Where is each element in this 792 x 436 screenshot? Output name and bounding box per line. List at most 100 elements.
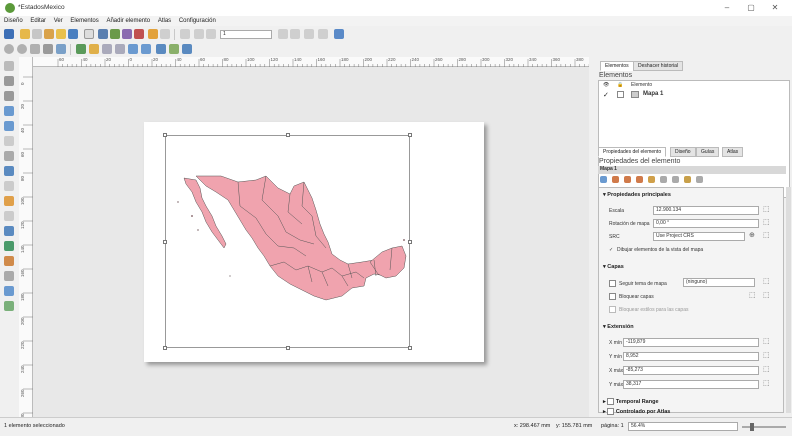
duplicate-layout-icon[interactable] bbox=[32, 29, 42, 39]
zoom-to-item-icon[interactable] bbox=[636, 176, 643, 183]
section-propiedades-principales[interactable]: ▾ Propiedades principales bbox=[603, 192, 671, 198]
zoom-slider[interactable] bbox=[742, 426, 786, 428]
zoom-slider-handle[interactable] bbox=[750, 423, 754, 431]
visible-checkbox[interactable]: ✓ bbox=[603, 91, 609, 99]
print-icon[interactable] bbox=[98, 29, 108, 39]
minimize-button[interactable]: – bbox=[716, 2, 738, 14]
data-defined-icon[interactable]: ⬚ bbox=[763, 232, 773, 240]
data-defined-icon[interactable]: ⬚ bbox=[763, 338, 773, 346]
menu-elementos[interactable]: Elementos bbox=[70, 16, 98, 26]
item-mapa-1[interactable]: Mapa 1 bbox=[643, 91, 663, 97]
atlas-settings-icon[interactable] bbox=[334, 29, 344, 39]
data-defined-icon[interactable]: ⬚ bbox=[763, 380, 773, 388]
refresh-icon[interactable] bbox=[56, 44, 66, 54]
clipping-icon[interactable] bbox=[672, 176, 679, 183]
resize-handle[interactable] bbox=[163, 240, 167, 244]
bloquear-capas-checkbox[interactable] bbox=[609, 293, 616, 300]
menu-ver[interactable]: Ver bbox=[54, 16, 63, 26]
next-feature-icon[interactable] bbox=[278, 29, 288, 39]
zoom-combo[interactable]: 56.4% bbox=[628, 422, 738, 431]
zoom-100-icon[interactable] bbox=[30, 44, 40, 54]
menu-editar[interactable]: Editar bbox=[30, 16, 46, 26]
atlas-page-combo[interactable]: 1 bbox=[220, 30, 272, 39]
redo-icon[interactable] bbox=[160, 29, 170, 39]
undo-icon[interactable] bbox=[148, 29, 158, 39]
section-capas[interactable]: ▾ Capas bbox=[603, 264, 624, 270]
unlock-items-icon[interactable] bbox=[89, 44, 99, 54]
group-items-icon[interactable] bbox=[102, 44, 112, 54]
last-feature-icon[interactable] bbox=[290, 29, 300, 39]
ymin-input[interactable]: 8,952 bbox=[623, 352, 759, 361]
tab-diseno[interactable]: Diseño bbox=[670, 147, 696, 157]
add-legend-icon[interactable] bbox=[4, 181, 14, 191]
save-icon[interactable] bbox=[4, 29, 14, 39]
add-scalebar-icon[interactable] bbox=[4, 196, 14, 206]
export-image-icon[interactable] bbox=[110, 29, 120, 39]
lock-layers-icon[interactable]: ⬚ bbox=[749, 292, 759, 300]
close-button[interactable]: ✕ bbox=[764, 2, 786, 14]
view-extent-icon[interactable] bbox=[624, 176, 631, 183]
lower-items-icon[interactable] bbox=[141, 44, 151, 54]
src-select[interactable]: Use Project CRS bbox=[653, 232, 745, 241]
raise-items-icon[interactable] bbox=[128, 44, 138, 54]
zoom-out-icon[interactable] bbox=[17, 44, 27, 54]
resize-handle[interactable] bbox=[163, 346, 167, 350]
tab-deshacer-historial[interactable]: Deshacer historial bbox=[633, 61, 684, 71]
data-defined-icon[interactable]: ⬚ bbox=[763, 352, 773, 360]
tab-atlas[interactable]: Atlas bbox=[722, 147, 744, 157]
pan-icon[interactable] bbox=[4, 61, 14, 71]
select-icon[interactable] bbox=[4, 76, 14, 86]
new-layout-icon[interactable] bbox=[20, 29, 30, 39]
distribute-icon[interactable] bbox=[169, 44, 179, 54]
atlas-print-icon[interactable] bbox=[304, 29, 314, 39]
xmin-input[interactable]: -119,879 bbox=[623, 338, 759, 347]
menu-atlas[interactable]: Atlas bbox=[158, 16, 171, 26]
add-text-icon[interactable] bbox=[4, 226, 14, 236]
data-defined-icon[interactable]: ⬚ bbox=[763, 366, 773, 374]
tab-elementos[interactable]: Elementos bbox=[600, 61, 634, 71]
bloquear-estilos-checkbox[interactable] bbox=[609, 306, 616, 313]
tema-select[interactable]: (ninguno) bbox=[683, 278, 755, 287]
tab-propiedades[interactable]: Propiedades del elemento bbox=[598, 147, 667, 157]
page-setup-icon[interactable] bbox=[84, 29, 94, 39]
add-arrow-icon[interactable] bbox=[4, 271, 14, 281]
add-shape-icon[interactable] bbox=[4, 241, 14, 251]
dibujar-checkbox[interactable]: ✓ bbox=[609, 247, 613, 253]
layout-manager-icon[interactable] bbox=[44, 29, 54, 39]
previous-feature-icon[interactable] bbox=[206, 29, 216, 39]
save-template-icon[interactable] bbox=[68, 29, 78, 39]
map-item[interactable] bbox=[163, 133, 412, 350]
resize-handle[interactable] bbox=[286, 133, 290, 137]
resize-handle[interactable] bbox=[286, 346, 290, 350]
menu-anadir-elemento[interactable]: Añadir elemento bbox=[106, 16, 150, 26]
section-temporal-range[interactable]: ▸ Temporal Range bbox=[603, 398, 659, 405]
add-map-icon[interactable] bbox=[4, 121, 14, 131]
menu-diseno[interactable]: Diseño bbox=[4, 16, 23, 26]
ymax-input[interactable]: 38,317 bbox=[623, 380, 759, 389]
resize-handle[interactable] bbox=[163, 133, 167, 137]
atlas-export-icon[interactable] bbox=[318, 29, 328, 39]
refresh-icon[interactable] bbox=[600, 176, 607, 183]
first-feature-icon[interactable] bbox=[194, 29, 204, 39]
atlas-preview-icon[interactable] bbox=[180, 29, 190, 39]
move-content-icon[interactable] bbox=[4, 91, 14, 101]
seguir-checkbox[interactable] bbox=[609, 280, 616, 287]
props-scrollbar[interactable] bbox=[786, 187, 791, 413]
menu-configuracion[interactable]: Configuración bbox=[179, 16, 216, 26]
tab-guias[interactable]: Guías bbox=[696, 147, 720, 157]
resize-handle[interactable] bbox=[408, 133, 412, 137]
zoom-in-icon[interactable] bbox=[4, 44, 14, 54]
data-defined-icon[interactable]: ⬚ bbox=[763, 206, 773, 214]
align-left-icon[interactable] bbox=[156, 44, 166, 54]
zoom-full-icon[interactable] bbox=[43, 44, 53, 54]
data-defined-icon[interactable]: ⬚ bbox=[763, 292, 773, 300]
props-scroll-area[interactable]: ▾ Propiedades principales Escala 12.900.… bbox=[598, 187, 784, 415]
projection-icon[interactable]: ⊕ bbox=[749, 232, 759, 240]
rotacion-input[interactable]: 0,00 ° bbox=[653, 219, 759, 228]
add-marker-icon[interactable] bbox=[4, 256, 14, 266]
add-3d-map-icon[interactable] bbox=[4, 136, 14, 146]
lock-items-icon[interactable] bbox=[76, 44, 86, 54]
maximize-button[interactable]: ▢ bbox=[740, 2, 762, 14]
edit-nodes-icon[interactable] bbox=[4, 106, 14, 116]
xmax-input[interactable]: -85,273 bbox=[623, 366, 759, 375]
